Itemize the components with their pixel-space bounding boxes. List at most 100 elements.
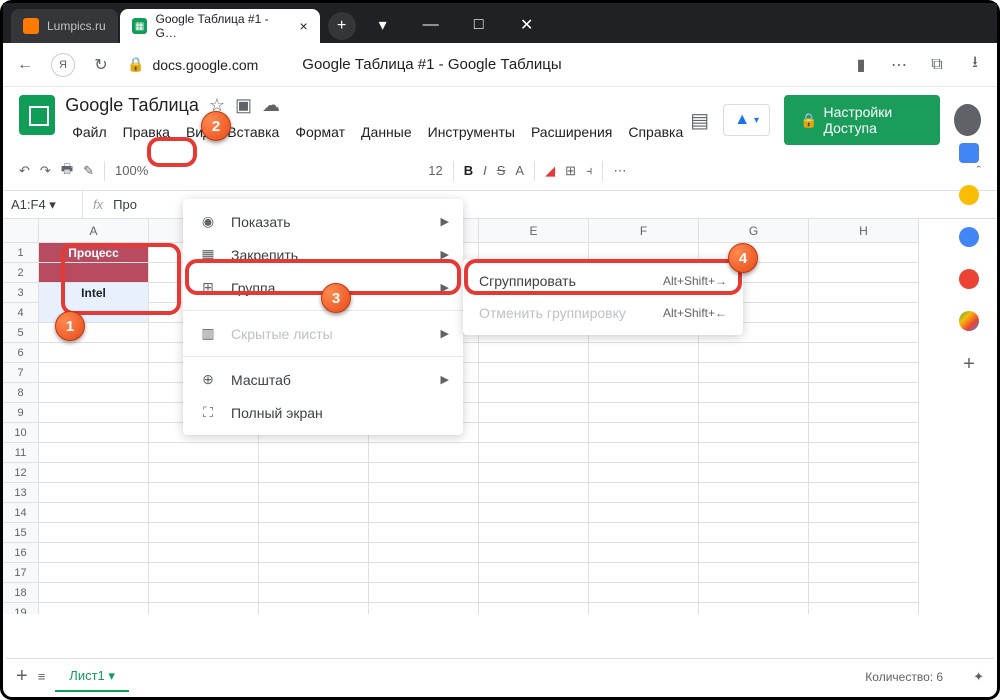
shortcut-label: Alt+Shift+← [663, 306, 727, 320]
new-tab-button[interactable]: + [328, 12, 356, 40]
menu-extensions[interactable]: Расширения [524, 120, 619, 144]
tab-search-icon[interactable]: ▾ [360, 7, 406, 43]
row-header[interactable]: 18 [3, 583, 39, 603]
bookmark-icon[interactable]: ▮ [849, 53, 873, 77]
zoom-select[interactable]: 100% [115, 163, 148, 178]
row-header[interactable]: 10 [3, 423, 39, 443]
menu-help[interactable]: Справка [621, 120, 690, 144]
redo-button[interactable]: ↷ [40, 163, 51, 179]
bold-button[interactable]: B [464, 163, 473, 178]
selection-count[interactable]: Количество: 6 [865, 670, 943, 684]
menu-file[interactable]: Файл [65, 120, 113, 144]
select-all-corner[interactable] [3, 219, 39, 243]
add-addon-button[interactable]: + [963, 353, 975, 376]
window-maximize-button[interactable]: □ [456, 7, 502, 43]
nav-back-button[interactable]: ← [13, 53, 37, 77]
text-color-button[interactable]: A [515, 163, 524, 178]
menu-item-zoom[interactable]: ⊕Масштаб▶ [183, 363, 463, 396]
keep-icon[interactable] [959, 185, 979, 205]
sheets-logo-icon[interactable] [19, 95, 55, 135]
contacts-icon[interactable] [959, 269, 979, 289]
window-minimize-button[interactable]: ― [408, 7, 454, 43]
menu-edit[interactable]: Правка [116, 120, 177, 144]
favicon-icon: ▦ [132, 18, 148, 34]
eye-icon: ◉ [199, 213, 217, 230]
move-icon[interactable]: ▣ [235, 95, 252, 116]
menu-item-group-rows[interactable]: СгруппироватьAlt+Shift+→ [463, 265, 743, 297]
cell[interactable]: Процесс [39, 243, 149, 263]
row-header[interactable]: 19 [3, 603, 39, 614]
row-header[interactable]: 12 [3, 463, 39, 483]
chevron-right-icon: ▶ [441, 215, 449, 228]
yandex-home-icon[interactable]: Я [51, 53, 75, 77]
browser-tab-sheets[interactable]: ▦ Google Таблица #1 - G… × [120, 9, 320, 43]
formula-bar[interactable]: Про [113, 197, 137, 212]
menu-data[interactable]: Данные [354, 120, 419, 144]
explore-button[interactable]: ✦ [973, 669, 984, 685]
doc-title[interactable]: Google Таблица [65, 95, 199, 116]
merge-button[interactable]: ⫞ [586, 163, 593, 179]
close-icon[interactable]: × [300, 18, 308, 34]
row-header[interactable]: 11 [3, 443, 39, 463]
menu-format[interactable]: Формат [288, 120, 352, 144]
col-header[interactable]: A [39, 219, 149, 243]
cell[interactable]: Intel [39, 283, 149, 303]
downloads-icon[interactable]: ⭳ [963, 53, 987, 77]
menubar: Файл Правка Вид Вставка Формат Данные Ин… [65, 120, 690, 144]
nav-reload-button[interactable]: ↻ [89, 53, 113, 77]
row-header[interactable]: 2 [3, 263, 39, 283]
col-header[interactable]: G [699, 219, 809, 243]
all-sheets-button[interactable]: ≡ [38, 669, 46, 684]
browser-tab-lumpics[interactable]: Lumpics.ru [11, 9, 118, 43]
menu-item-freeze[interactable]: ▦Закрепить▶ [183, 238, 463, 271]
italic-button[interactable]: I [483, 163, 487, 178]
chevron-right-icon: ▶ [441, 281, 449, 294]
row-header[interactable]: 14 [3, 503, 39, 523]
row-header[interactable]: 16 [3, 543, 39, 563]
row-header[interactable]: 13 [3, 483, 39, 503]
font-size-select[interactable]: 12 [428, 163, 442, 178]
extensions-icon[interactable]: ⧉ [925, 53, 949, 77]
menu-tools[interactable]: Инструменты [421, 120, 522, 144]
docs-header: Google Таблица ☆ ▣ ☁ Файл Правка Вид Вст… [3, 87, 997, 145]
row-header[interactable]: 15 [3, 523, 39, 543]
tasks-icon[interactable] [959, 227, 979, 247]
col-header[interactable]: F [589, 219, 699, 243]
row-header[interactable]: 4 [3, 303, 39, 323]
cell[interactable] [39, 263, 149, 283]
col-header[interactable]: H [809, 219, 919, 243]
menu-item-show[interactable]: ◉Показать▶ [183, 205, 463, 238]
share-label: Настройки Доступа [824, 104, 925, 136]
strike-button[interactable]: S [497, 163, 506, 178]
more-icon[interactable]: ⋯ [887, 53, 911, 77]
row-header[interactable]: 5 [3, 323, 39, 343]
browser-tabstrip: Lumpics.ru ▦ Google Таблица #1 - G… × + … [3, 3, 997, 43]
share-button[interactable]: 🔒 Настройки Доступа [784, 95, 940, 145]
row-header[interactable]: 6 [3, 343, 39, 363]
window-close-button[interactable]: ✕ [504, 7, 550, 43]
row-header[interactable]: 8 [3, 383, 39, 403]
row-header[interactable]: 9 [3, 403, 39, 423]
row-header[interactable]: 1 [3, 243, 39, 263]
undo-button[interactable]: ↶ [19, 163, 30, 179]
row-header[interactable]: 17 [3, 563, 39, 583]
url-display[interactable]: 🔒 docs.google.com [127, 56, 258, 73]
maps-icon[interactable] [959, 311, 979, 331]
print-button[interactable]: 🖶 [61, 160, 73, 182]
borders-button[interactable]: ⊞ [565, 163, 576, 179]
sheet-tab[interactable]: Лист1 ▾ [55, 662, 129, 692]
cloud-status-icon[interactable]: ☁ [262, 95, 280, 116]
fill-color-button[interactable]: ◢ [545, 163, 555, 179]
row-header[interactable]: 3 [3, 283, 39, 303]
name-box[interactable]: A1:F4 ▾ [3, 191, 83, 218]
menu-item-fullscreen[interactable]: ⛶Полный экран [183, 396, 463, 429]
comments-icon[interactable]: ▤ [690, 108, 709, 133]
row-header[interactable]: 7 [3, 363, 39, 383]
paint-format-button[interactable]: ✎ [83, 163, 94, 179]
toolbar-more-button[interactable]: ⋯ [613, 163, 626, 179]
col-header[interactable]: E [479, 219, 589, 243]
tab-title: Google Таблица #1 - G… [155, 12, 291, 40]
add-sheet-button[interactable]: + [16, 665, 28, 688]
present-button[interactable]: ▲▾ [723, 104, 770, 136]
calendar-icon[interactable] [959, 143, 979, 163]
